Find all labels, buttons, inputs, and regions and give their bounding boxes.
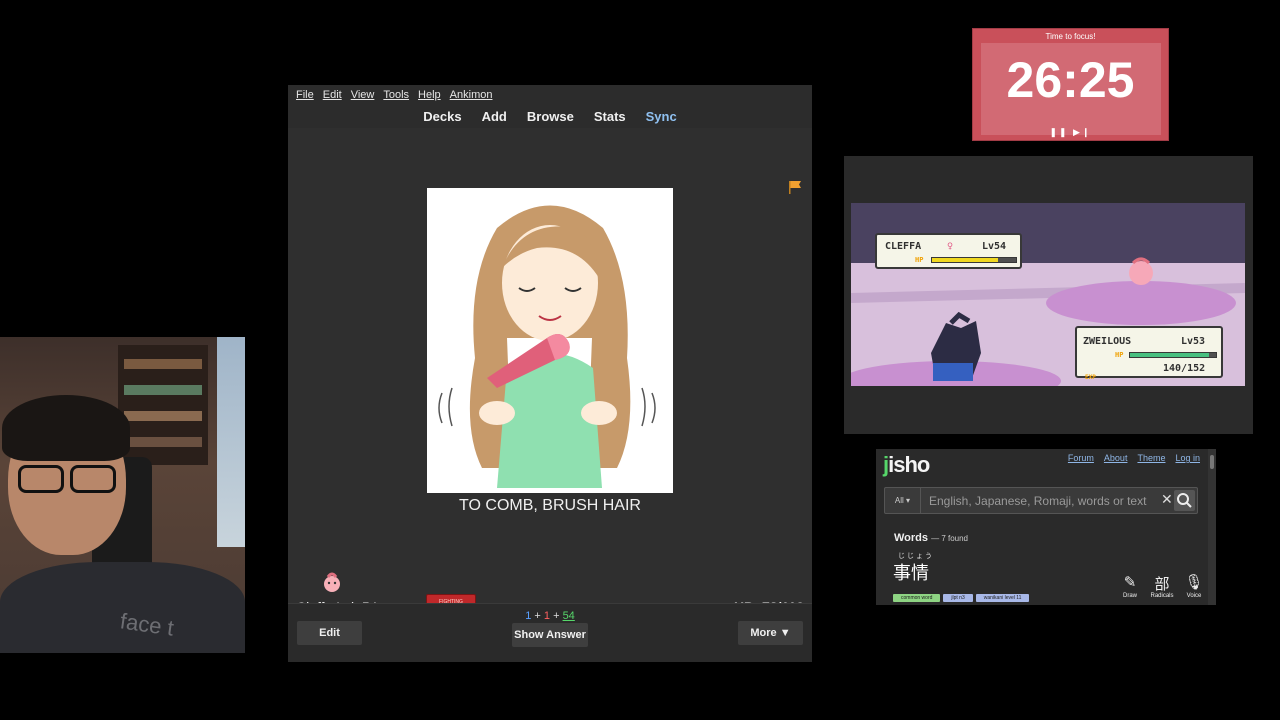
flag-icon[interactable]: [788, 180, 802, 194]
logo-rest: isho: [888, 452, 930, 477]
focus-timer: Time to focus! 26:25 ❚❚ ▶❙: [972, 28, 1169, 141]
more-button[interactable]: More ▼: [737, 620, 804, 646]
show-answer-button[interactable]: Show Answer: [511, 622, 589, 648]
search-scope-select[interactable]: All ▾: [885, 488, 921, 513]
timer-label: Time to focus!: [1045, 32, 1096, 41]
player-hud: ZWEILOUS Lv53 HP 140/152 EXP: [1075, 326, 1223, 381]
tag-jlpt: jlpt n3: [943, 594, 973, 602]
card-image: [427, 188, 673, 493]
enemy-level: Lv54: [982, 241, 1007, 252]
eyeglasses: [12, 465, 122, 493]
anki-toolbar: Decks Add Browse Stats Sync: [288, 104, 812, 128]
count-separator: +: [534, 610, 541, 622]
count-review: 54: [562, 610, 575, 622]
nav-about[interactable]: About: [1104, 453, 1128, 463]
input-tools: ✎ Draw 部 Radicals 🎙 Voice: [1118, 573, 1206, 599]
draw-label: Draw: [1122, 593, 1137, 599]
voice-tool[interactable]: 🎙 Voice: [1182, 573, 1206, 599]
scrollbar[interactable]: [1208, 449, 1216, 605]
room-window: [217, 337, 245, 547]
desktop-stage: face t File Edit View Tools Help Ankimon…: [0, 0, 1280, 720]
nav-forum[interactable]: Forum: [1068, 453, 1094, 463]
voice-label: Voice: [1186, 593, 1202, 599]
radicals-icon: 部: [1154, 576, 1170, 593]
pause-skip-icon[interactable]: ❚❚ ▶❙: [973, 127, 1168, 138]
anki-window: File Edit View Tools Help Ankimon Decks …: [288, 85, 812, 662]
words-count: — 7 found: [931, 534, 969, 543]
player-level: Lv53: [1181, 336, 1206, 347]
bookshelf: [118, 345, 208, 465]
answer-bar: 1 + 1 + 54 Edit Show Answer More ▼: [288, 603, 812, 662]
words-heading: Words — 7 found: [894, 532, 968, 544]
player-exp-label: EXP: [1085, 374, 1096, 381]
menu-help[interactable]: Help: [418, 89, 441, 101]
search-bar: All ▾ ✕: [884, 487, 1198, 514]
girl-brushing-hair-illustration: [438, 205, 656, 488]
card-area: TO COMB, BRUSH HAIR Cleffa Lvl: 54 FIGHT…: [288, 128, 812, 615]
scrollbar-thumb[interactable]: [1210, 455, 1214, 469]
radicals-tool[interactable]: 部 Radicals: [1150, 573, 1174, 599]
toolbar-stats[interactable]: Stats: [594, 109, 626, 124]
person-hair: [2, 395, 130, 461]
search-button[interactable]: [1174, 490, 1195, 511]
word-kanji[interactable]: 事情: [893, 559, 929, 585]
enemy-hud: CLEFFA ♀ Lv54 HP: [875, 233, 1022, 269]
webcam-feed: face t: [0, 337, 245, 653]
nav-theme[interactable]: Theme: [1137, 453, 1165, 463]
player-hp-bar: [1129, 352, 1217, 358]
menu-ankimon[interactable]: Ankimon: [450, 89, 493, 101]
timer-time: 26:25: [1006, 52, 1135, 108]
menu-file[interactable]: File: [296, 89, 314, 101]
search-icon: [1177, 493, 1192, 508]
game-window: CLEFFA ♀ Lv54 HP ZWEILOUS Lv53 HP 140/15…: [844, 156, 1253, 434]
microphone-icon: 🎙: [1184, 574, 1204, 591]
player-hp-label: HP: [1115, 351, 1124, 359]
nav-login[interactable]: Log in: [1175, 453, 1200, 463]
cleffa-sprite-icon: [324, 572, 340, 592]
tag-common: common word: [893, 594, 941, 602]
jisho-nav: Forum About Theme Log in: [1068, 453, 1200, 463]
enemy-hp-bar: [931, 257, 1017, 263]
jisho-panel: jisho Forum About Theme Log in All ▾ ✕ W…: [876, 449, 1216, 605]
count-learning: 1: [543, 610, 550, 622]
menu-tools[interactable]: Tools: [383, 89, 409, 101]
card-answer-text: TO COMB, BRUSH HAIR: [459, 497, 641, 514]
enemy-gender-icon: ♀: [947, 241, 954, 252]
edit-button[interactable]: Edit: [296, 620, 363, 646]
count-new: 1: [525, 610, 532, 622]
count-separator: +: [553, 610, 560, 622]
toolbar-add[interactable]: Add: [482, 109, 507, 124]
word-tags: common word jlpt n3 wanikani level 11: [893, 594, 1030, 602]
enemy-hp-label: HP: [915, 256, 924, 264]
menu-edit[interactable]: Edit: [323, 89, 342, 101]
toolbar-decks[interactable]: Decks: [423, 109, 461, 124]
tag-wanikani: wanikani level 11: [975, 594, 1030, 602]
toolbar-sync[interactable]: Sync: [646, 109, 677, 124]
search-input[interactable]: [929, 492, 1147, 510]
draw-icon: ✎: [1123, 574, 1137, 591]
clear-icon[interactable]: ✕: [1161, 491, 1173, 508]
words-label: Words: [894, 532, 929, 544]
jisho-logo[interactable]: jisho: [883, 452, 930, 478]
draw-tool[interactable]: ✎ Draw: [1118, 573, 1142, 599]
enemy-name: CLEFFA: [885, 241, 922, 252]
due-counts: 1 + 1 + 54: [288, 610, 812, 622]
player-name: ZWEILOUS: [1083, 336, 1132, 347]
menu-view[interactable]: View: [351, 89, 375, 101]
toolbar-browse[interactable]: Browse: [527, 109, 574, 124]
radicals-label: Radicals: [1150, 593, 1174, 599]
anki-menubar: File Edit View Tools Help Ankimon: [288, 85, 812, 104]
player-hp-text: 140/152: [1163, 363, 1206, 374]
